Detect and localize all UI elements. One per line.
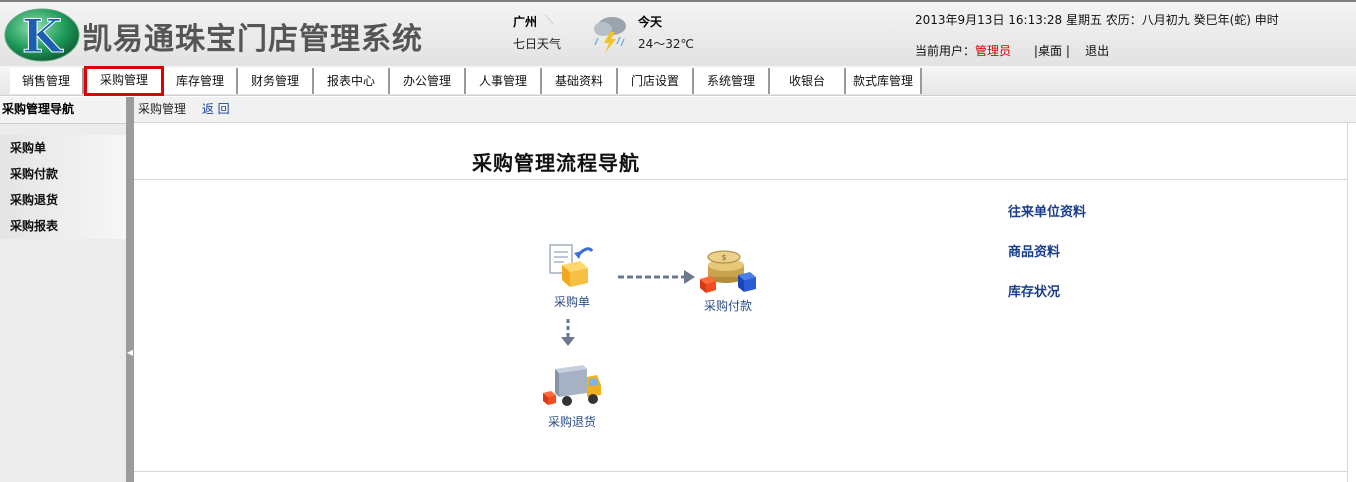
- temperature-range: 24～32℃: [638, 37, 695, 51]
- flow-label-purchase-order: 采购单: [553, 295, 590, 309]
- thunderstorm-icon: [594, 17, 626, 53]
- page-title: 采购管理流程导航: [472, 151, 640, 175]
- tab-cashier[interactable]: 收银台: [770, 68, 846, 94]
- purchase-order-icon: [549, 244, 594, 287]
- app-title: 凯易通珠宝门店管理系统: [82, 22, 423, 57]
- flow-node-purchase-return[interactable]: 采购退货: [538, 363, 606, 430]
- tab-sales[interactable]: 销售管理: [10, 68, 84, 94]
- purchase-payment-icon: $: [700, 250, 756, 293]
- separator: |: [1062, 44, 1086, 58]
- datetime-display: 2013年9月13日 16:13:28 星期五 农历：八月初九 癸巳年(蛇) 申…: [915, 13, 1279, 27]
- sidebar-item-purchase-report[interactable]: 采购报表: [0, 213, 126, 239]
- header: K 凯易通珠宝门店管理系统 广州 ⟍ 七日天气 今天 24～32℃ 2013年9…: [0, 0, 1356, 66]
- back-link[interactable]: 返 回: [202, 102, 230, 116]
- flow-node-purchase-order[interactable]: 采购单: [538, 241, 606, 310]
- tab-basic-data[interactable]: 基础资料: [542, 68, 618, 94]
- delivery-truck-icon: [543, 365, 601, 406]
- inventory-status-link[interactable]: 库存状况: [1008, 281, 1060, 300]
- svg-text:$: $: [721, 253, 726, 262]
- current-user-name: 管理员: [975, 44, 1012, 58]
- main-nav: 销售管理 采购管理 库存管理 财务管理 报表中心 办公管理 人事管理 基础资料 …: [0, 66, 1356, 96]
- product-info-link[interactable]: 商品资料: [1008, 241, 1060, 260]
- divider: [134, 471, 1348, 472]
- desktop-link[interactable]: 桌面: [1038, 44, 1062, 58]
- today-label: 今天: [638, 15, 663, 29]
- tab-office[interactable]: 办公管理: [390, 68, 466, 94]
- breadcrumb: 采购管理 返 回: [134, 97, 1356, 123]
- sidebar-item-purchase-payment[interactable]: 采购付款: [0, 161, 126, 187]
- tab-purchase[interactable]: 采购管理: [84, 66, 164, 96]
- partner-info-link[interactable]: 往来单位资料: [1008, 201, 1086, 220]
- flow-node-purchase-payment[interactable]: $ 采购付款: [694, 245, 762, 314]
- tab-hr[interactable]: 人事管理: [466, 68, 542, 94]
- logout-link[interactable]: 退出: [1085, 44, 1109, 58]
- flow-arrow-right-icon: [618, 270, 695, 284]
- tab-style-library[interactable]: 款式库管理: [846, 68, 922, 94]
- sidebar-item-purchase-return[interactable]: 采购退货: [0, 187, 126, 213]
- tab-store-settings[interactable]: 门店设置: [618, 68, 694, 94]
- flow-arrow-down-icon: [561, 319, 575, 346]
- city-name: 广州: [513, 15, 538, 29]
- sidebar-splitter[interactable]: ◀: [126, 97, 134, 482]
- flow-label-purchase-return: 采购退货: [547, 415, 596, 429]
- sidebar-item-purchase-order[interactable]: 采购单: [0, 135, 126, 161]
- sidebar-list: 采购单 采购付款 采购退货 采购报表: [0, 135, 126, 239]
- tab-reports[interactable]: 报表中心: [314, 68, 390, 94]
- city-marker-icon: ⟍: [545, 13, 554, 27]
- current-user-label: 当前用户：: [915, 44, 976, 58]
- collapse-arrow-icon[interactable]: ◀: [126, 347, 134, 359]
- user-line: 当前用户：管理员 |桌面 | 退出: [915, 42, 1109, 59]
- logo-icon: K: [4, 8, 80, 62]
- tab-system[interactable]: 系统管理: [694, 68, 770, 94]
- breadcrumb-current: 采购管理: [138, 102, 187, 116]
- sidebar: 采购管理导航 采购单 采购付款 采购退货 采购报表: [0, 97, 126, 482]
- svg-text:K: K: [22, 9, 64, 62]
- sidebar-title: 采购管理导航: [0, 97, 126, 124]
- divider: [134, 179, 1348, 180]
- tab-finance[interactable]: 财务管理: [238, 68, 314, 94]
- seven-day-weather-link[interactable]: 七日天气: [513, 35, 561, 52]
- main-content: 采购管理流程导航 采购单 $ 采购付款 采购退货 往来单位资料 商品资料 库存状…: [134, 123, 1348, 482]
- separator: |: [1014, 44, 1038, 58]
- tab-inventory[interactable]: 库存管理: [164, 68, 238, 94]
- flow-label-purchase-payment: 采购付款: [703, 299, 752, 313]
